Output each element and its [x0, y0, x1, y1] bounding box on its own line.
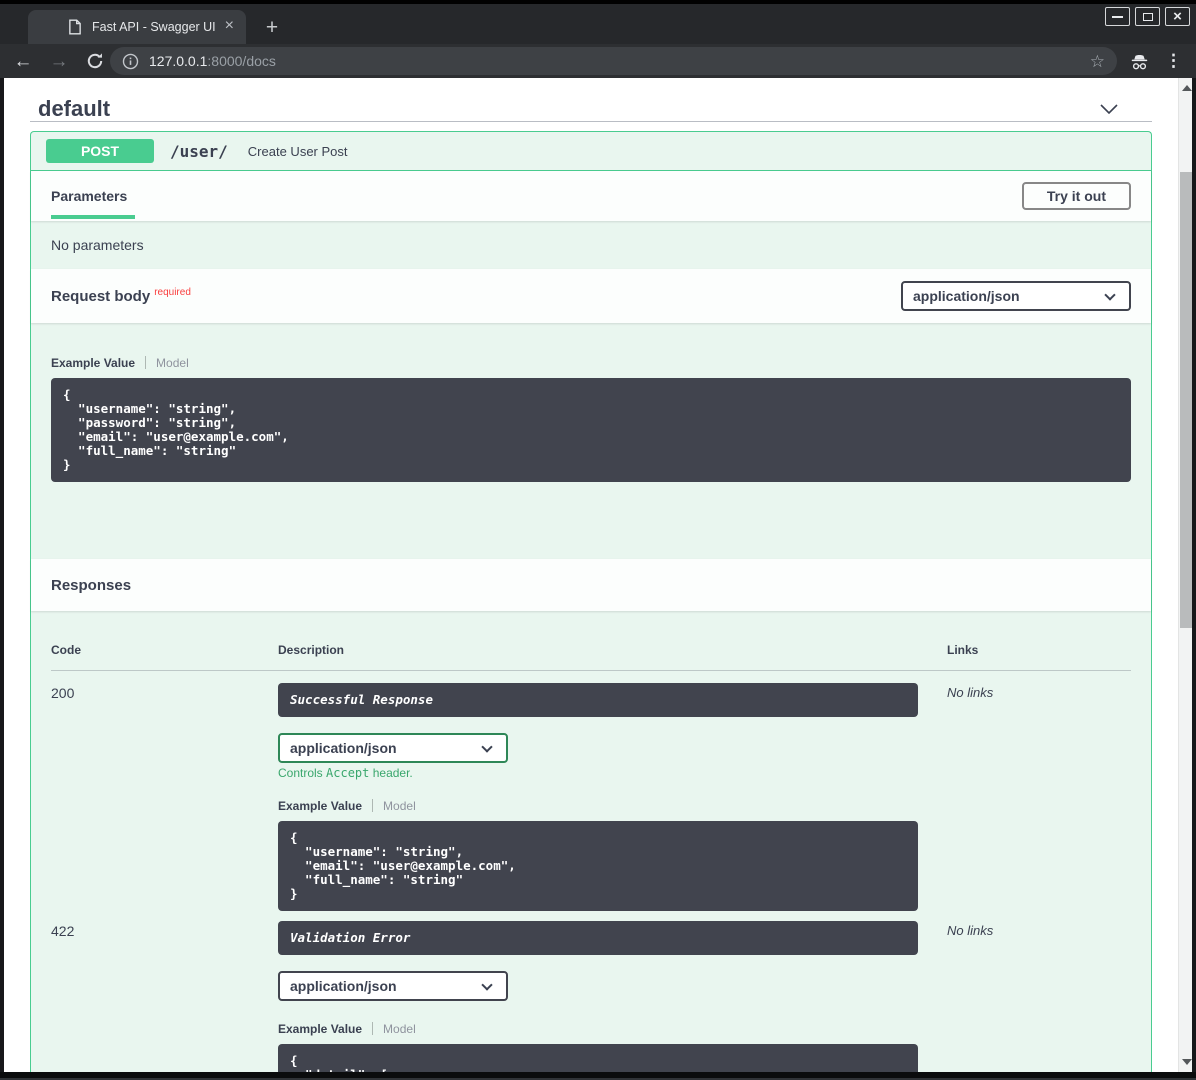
scrollbar-thumb[interactable]	[1180, 172, 1192, 628]
scroll-up-icon[interactable]	[1182, 85, 1192, 91]
api-tag-header[interactable]: default	[30, 78, 1152, 122]
response-200-example-code: { "username": "string", "email": "user@e…	[278, 821, 918, 911]
window-maximize-button[interactable]	[1135, 7, 1160, 26]
active-tab-underline	[51, 215, 135, 219]
request-body-header: Request bodyrequired application/json	[31, 269, 1151, 323]
page-scrollbar[interactable]	[1178, 78, 1192, 1072]
responses-table-header: Code Description Links	[51, 643, 1131, 671]
close-icon: ×	[1173, 10, 1182, 24]
column-description: Description	[278, 643, 947, 657]
address-bar[interactable]: 127.0.0.1:8000/docs ☆	[110, 47, 1117, 75]
response-row-422: 422 Validation Error application/json Ex…	[51, 911, 1131, 1080]
column-code: Code	[51, 643, 278, 657]
tab-model[interactable]: Model	[383, 1022, 416, 1036]
bookmark-star-icon[interactable]: ☆	[1082, 53, 1105, 70]
responses-table: Code Description Links 200 Successful Re…	[31, 611, 1151, 1080]
request-body-example: Example Value Model { "username": "strin…	[31, 323, 1151, 559]
tab-separator	[372, 1022, 373, 1035]
chevron-down-icon	[481, 979, 492, 990]
parameters-header: Parameters Try it out	[31, 171, 1151, 221]
back-button[interactable]: ←	[8, 52, 38, 71]
window-bottom-edge	[0, 1072, 1196, 1080]
browser-toolbar: ← → 127.0.0.1:8000/docs ☆ ⋮	[0, 44, 1196, 78]
window-close-button[interactable]: ×	[1165, 7, 1190, 26]
tab-model[interactable]: Model	[156, 356, 189, 370]
response-content-type-value: application/json	[290, 978, 397, 994]
tab-separator	[145, 356, 146, 369]
opblock-summary[interactable]: POST /user/ Create User Post	[31, 132, 1151, 171]
tab-example-value[interactable]: Example Value	[51, 356, 135, 370]
no-parameters-text: No parameters	[31, 221, 1151, 269]
response-links: No links	[947, 921, 1131, 938]
tab-model[interactable]: Model	[383, 799, 416, 813]
reload-button[interactable]	[80, 52, 110, 70]
request-content-type-select[interactable]: application/json	[901, 281, 1131, 311]
incognito-icon	[1129, 52, 1150, 71]
site-info-icon[interactable]	[122, 53, 139, 70]
chevron-down-icon[interactable]	[1100, 104, 1144, 114]
forward-button[interactable]: →	[44, 52, 74, 71]
tab-parameters[interactable]: Parameters	[51, 188, 127, 204]
window-controls: ×	[1100, 7, 1190, 26]
page-favicon-icon	[68, 19, 82, 35]
new-tab-button[interactable]: +	[258, 16, 286, 40]
url-host: 127.0.0.1	[149, 53, 207, 69]
required-badge: required	[154, 287, 191, 298]
chevron-down-icon	[1104, 289, 1115, 300]
response-row-200: 200 Successful Response application/json…	[51, 671, 1131, 911]
request-example-code: { "username": "string", "password": "str…	[51, 378, 1131, 482]
try-it-out-button[interactable]: Try it out	[1022, 182, 1131, 210]
response-links: No links	[947, 683, 1131, 700]
browser-tab[interactable]: Fast API - Swagger UI ×	[28, 10, 246, 44]
browser-menu-icon[interactable]: ⋮	[1165, 49, 1182, 73]
operation-summary: Create User Post	[248, 144, 348, 159]
tab-example-value[interactable]: Example Value	[278, 799, 362, 813]
tab-example-value[interactable]: Example Value	[278, 1022, 362, 1036]
request-body-label: Request bodyrequired	[51, 288, 191, 305]
request-content-type-value: application/json	[913, 288, 1020, 304]
response-code: 200	[51, 683, 278, 701]
url-text[interactable]: 127.0.0.1:8000/docs	[149, 53, 1082, 69]
responses-title: Responses	[51, 577, 131, 594]
page-viewport: default POST /user/ Create User Post Par…	[4, 78, 1178, 1080]
tab-close-icon[interactable]: ×	[219, 18, 246, 36]
api-tag-title: default	[38, 96, 110, 122]
tab-separator	[372, 799, 373, 812]
window-minimize-button[interactable]	[1105, 7, 1130, 26]
method-badge: POST	[46, 139, 154, 163]
response-content-type-value: application/json	[290, 740, 397, 756]
response-code: 422	[51, 921, 278, 939]
minimize-icon	[1112, 16, 1123, 18]
tab-strip: Fast API - Swagger UI × + ×	[0, 4, 1196, 44]
chevron-down-icon	[481, 741, 492, 752]
maximize-icon	[1143, 13, 1153, 21]
scroll-down-icon[interactable]	[1182, 1059, 1192, 1065]
opblock-post-user: POST /user/ Create User Post Parameters …	[30, 131, 1152, 1080]
controls-accept-header-note: Controls Accept header.	[278, 766, 947, 780]
url-path: :8000/docs	[207, 53, 276, 69]
operation-path: /user/	[170, 142, 228, 161]
responses-header: Responses	[31, 559, 1151, 611]
response-content-type-select[interactable]: application/json	[278, 733, 508, 763]
column-links: Links	[947, 643, 1131, 657]
tab-title: Fast API - Swagger UI	[92, 20, 219, 34]
response-description: Successful Response	[278, 683, 918, 717]
response-content-type-select[interactable]: application/json	[278, 971, 508, 1001]
response-description: Validation Error	[278, 921, 918, 955]
